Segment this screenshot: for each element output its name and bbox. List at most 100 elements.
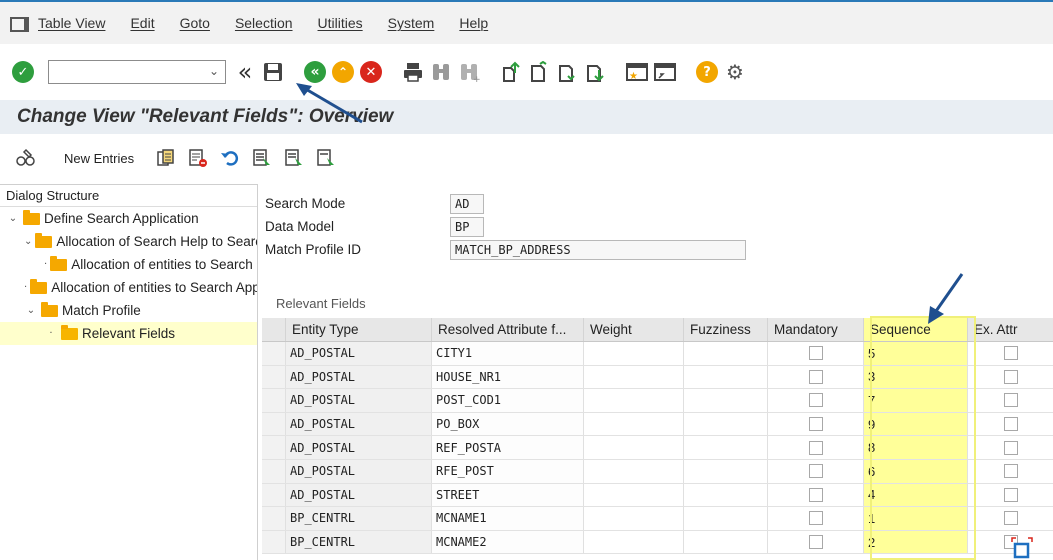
cell-fuzziness-input[interactable] [684,436,768,459]
cell-fuzziness-input[interactable] [684,412,768,436]
table-row[interactable]: AD_POSTAL STREET 4 [262,483,1053,508]
table-row[interactable]: AD_POSTAL CITY1 5 [262,342,1053,366]
table-row[interactable]: AD_POSTAL PO_BOX 9 [262,412,1053,437]
cell-sequence-input[interactable]: 2 [864,530,968,554]
ex-attr-checkbox[interactable] [1003,464,1018,479]
deselect-all-button[interactable] [316,148,336,168]
mandatory-checkbox[interactable] [808,487,823,502]
select-all-column[interactable] [262,318,286,341]
column-entity-type[interactable]: Entity Type [286,318,432,341]
ex-attr-checkbox[interactable] [1003,440,1018,455]
mandatory-checkbox[interactable] [808,346,823,361]
column-resolved-attribute[interactable]: Resolved Attribute f... [432,318,584,341]
cell-fuzziness-input[interactable] [684,507,768,530]
ex-attr-checkbox[interactable] [1003,369,1018,384]
row-selector[interactable] [262,365,286,389]
chevron-down-icon[interactable]: ⌄ [24,305,38,316]
find-next-button[interactable]: + [456,59,482,85]
mandatory-checkbox[interactable] [808,393,823,408]
table-row[interactable]: AD_POSTAL POST_COD1 7 [262,389,1053,413]
mandatory-checkbox[interactable] [808,511,823,526]
cell-weight-input[interactable] [584,389,684,412]
mandatory-checkbox[interactable] [808,440,823,455]
mandatory-checkbox[interactable] [808,535,823,550]
row-selector[interactable] [262,459,286,483]
help-button[interactable]: ? [694,59,720,85]
copy-as-button[interactable] [156,148,176,168]
mandatory-checkbox[interactable] [808,369,823,384]
table-row[interactable]: AD_POSTAL REF_POSTA 8 [262,436,1053,460]
cell-weight-input[interactable] [584,530,684,554]
cell-fuzziness-input[interactable] [684,342,768,365]
cell-sequence-input[interactable]: 3 [864,365,968,389]
column-sequence[interactable]: Sequence [864,318,968,341]
tree-item-allocation-entities-search-help[interactable]: · Allocation of entities to Search Help [0,253,257,276]
table-row[interactable]: BP_CENTRL MCNAME2 2 [262,530,1053,555]
tree-item-allocation-entities-search-application[interactable]: · Allocation of entities to Search Appli… [0,276,257,299]
shortcut-button[interactable] [652,59,678,85]
cell-fuzziness-input[interactable] [684,483,768,507]
cell-weight-input[interactable] [584,342,684,365]
menu-help[interactable]: Help [459,15,488,31]
column-ex-attr[interactable]: Ex. Attr [968,318,1053,341]
row-selector[interactable] [262,389,286,412]
cell-weight-input[interactable] [584,507,684,530]
column-weight[interactable]: Weight [584,318,684,341]
display-change-button[interactable] [16,148,36,168]
cell-fuzziness-input[interactable] [684,459,768,483]
cell-weight-input[interactable] [584,365,684,389]
settings-button[interactable]: ⚙ [722,59,748,85]
cell-fuzziness-input[interactable] [684,365,768,389]
ex-attr-checkbox[interactable] [1003,393,1018,408]
cell-sequence-input[interactable]: 7 [864,389,968,412]
menu-toggle-icon[interactable] [10,17,29,32]
menu-edit[interactable]: Edit [130,15,154,31]
cell-sequence-input[interactable]: 6 [864,459,968,483]
exit-button[interactable]: ⌃ [330,59,356,85]
mandatory-checkbox[interactable] [808,417,823,432]
tree-item-match-profile[interactable]: ⌄ Match Profile [0,299,257,322]
menu-system[interactable]: System [388,15,435,31]
cell-sequence-input[interactable]: 9 [864,412,968,436]
ex-attr-checkbox[interactable] [1003,535,1018,550]
ex-attr-checkbox[interactable] [1003,346,1018,361]
print-button[interactable] [400,59,426,85]
column-mandatory[interactable]: Mandatory [768,318,864,341]
tree-item-relevant-fields[interactable]: · Relevant Fields [0,322,257,345]
next-page-button[interactable] [554,59,580,85]
table-row[interactable]: AD_POSTAL HOUSE_NR1 3 [262,365,1053,390]
find-button[interactable] [428,59,454,85]
new-session-button[interactable]: ★ [624,59,650,85]
save-button[interactable] [260,59,286,85]
select-all-button[interactable] [252,148,272,168]
ex-attr-checkbox[interactable] [1003,511,1018,526]
command-field[interactable]: ⌄ [48,60,226,84]
mandatory-checkbox[interactable] [808,464,823,479]
back-double-button[interactable]: « [232,59,258,85]
row-selector[interactable] [262,412,286,436]
cancel-button[interactable]: ✕ [358,59,384,85]
table-row[interactable]: BP_CENTRL MCNAME1 1 [262,507,1053,531]
cell-fuzziness-input[interactable] [684,530,768,554]
cell-sequence-input[interactable]: 8 [864,436,968,459]
cell-weight-input[interactable] [584,436,684,459]
cell-sequence-input[interactable]: 1 [864,507,968,530]
back-button[interactable]: « [302,59,328,85]
menu-table-view[interactable]: Table View [38,15,105,31]
cell-sequence-input[interactable]: 4 [864,483,968,507]
row-selector[interactable] [262,436,286,459]
previous-page-button[interactable] [526,59,552,85]
ex-attr-checkbox[interactable] [1003,417,1018,432]
menu-goto[interactable]: Goto [180,15,210,31]
tree-item-allocation-search-help[interactable]: ⌄ Allocation of Search Help to Search Ap… [0,230,257,253]
chevron-down-icon[interactable]: ⌄ [24,236,32,247]
row-selector[interactable] [262,530,286,554]
column-fuzziness[interactable]: Fuzziness [684,318,768,341]
chevron-down-icon[interactable]: ⌄ [6,213,20,224]
last-page-button[interactable] [582,59,608,85]
row-selector[interactable] [262,483,286,507]
cell-sequence-input[interactable]: 5 [864,342,968,365]
menu-selection[interactable]: Selection [235,15,293,31]
new-entries-button[interactable]: New Entries [64,151,134,166]
undo-button[interactable] [220,148,240,168]
